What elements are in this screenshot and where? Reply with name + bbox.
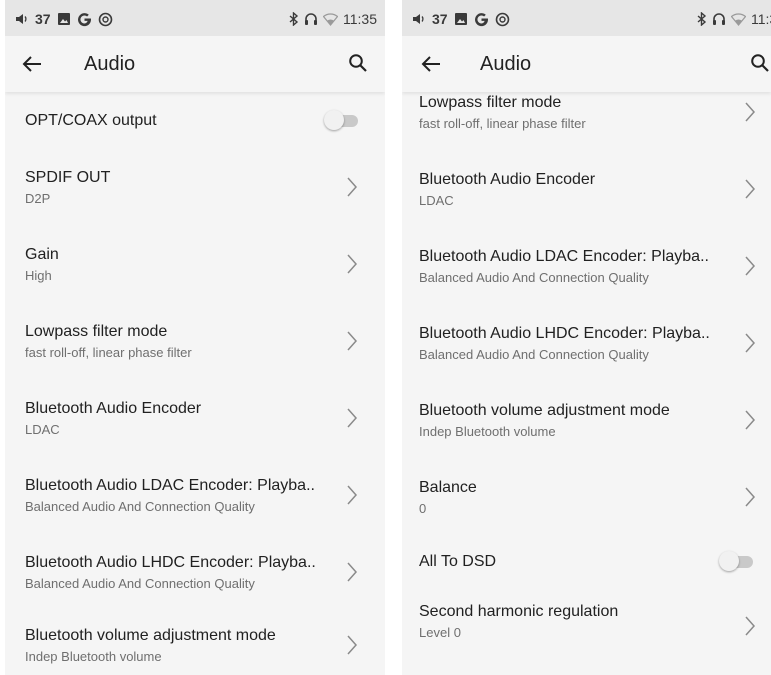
- settings-list: OPT/COAX output SPDIF OUT D2P Gain High …: [5, 92, 385, 675]
- setting-row-bluetooth-ldac-encoder[interactable]: Bluetooth Audio LDAC Encoder: Playba.. B…: [5, 472, 385, 549]
- image-icon: [57, 12, 71, 26]
- setting-row-gain[interactable]: Gain High: [5, 241, 385, 318]
- setting-value: Balanced Audio And Connection Quality: [419, 270, 649, 285]
- setting-row-second-harmonic-regulation[interactable]: Second harmonic regulation Level 0: [402, 602, 771, 675]
- setting-value: D2P: [25, 191, 51, 206]
- setting-row-lowpass-filter-mode[interactable]: Lowpass filter mode fast roll-off, linea…: [5, 318, 385, 395]
- page-title: Audio: [84, 53, 136, 75]
- setting-row-bluetooth-audio-encoder[interactable]: Bluetooth Audio Encoder LDAC: [5, 395, 385, 472]
- app-bar: Audio: [5, 36, 385, 92]
- setting-value: Indep Bluetooth volume: [419, 424, 556, 439]
- chevron-right-icon: [745, 256, 756, 276]
- chevron-right-icon: [347, 177, 358, 197]
- setting-title: Lowpass filter mode: [419, 94, 562, 111]
- chevron-right-icon: [347, 331, 358, 351]
- setting-row-bluetooth-lhdc-encoder[interactable]: Bluetooth Audio LHDC Encoder: Playba.. B…: [402, 320, 771, 397]
- page-title: Audio: [480, 53, 532, 75]
- setting-value: Balanced Audio And Connection Quality: [419, 347, 649, 362]
- setting-row-spdif-out[interactable]: SPDIF OUT D2P: [5, 164, 385, 241]
- volume-level: 37: [432, 11, 448, 27]
- setting-value: High: [25, 268, 52, 283]
- setting-title: Bluetooth Audio LHDC Encoder: Playba..: [419, 325, 710, 342]
- back-arrow-icon: [421, 56, 440, 72]
- image-icon: [454, 12, 468, 26]
- app-bar: Audio: [402, 36, 771, 92]
- volume-level: 37: [35, 11, 51, 27]
- bluetooth-icon: [697, 12, 707, 26]
- setting-title: Gain: [25, 246, 59, 263]
- setting-title: Lowpass filter mode: [25, 323, 168, 340]
- sync-icon: [98, 12, 113, 27]
- setting-row-balance[interactable]: Balance 0: [402, 474, 771, 551]
- setting-title: Bluetooth Audio LDAC Encoder: Playba..: [419, 248, 709, 265]
- chevron-right-icon: [347, 485, 358, 505]
- bluetooth-icon: [289, 12, 299, 26]
- phone-screen-right: 37 11:35 Audi: [402, 0, 771, 675]
- clock: 11:35: [343, 11, 377, 27]
- setting-row-lowpass-filter-mode[interactable]: Lowpass filter mode fast roll-off, linea…: [402, 87, 771, 164]
- back-button[interactable]: [19, 51, 45, 77]
- search-icon: [751, 54, 769, 72]
- chevron-right-icon: [347, 254, 358, 274]
- setting-value: Balanced Audio And Connection Quality: [25, 499, 255, 514]
- setting-title: Bluetooth volume adjustment mode: [419, 402, 670, 419]
- search-button[interactable]: [345, 50, 371, 76]
- back-button[interactable]: [418, 51, 444, 77]
- status-bar: 37 11:35: [5, 0, 385, 36]
- setting-value: LDAC: [419, 193, 454, 208]
- setting-value: 0: [419, 501, 427, 516]
- chevron-right-icon: [347, 635, 358, 655]
- wifi-icon: [731, 12, 746, 26]
- google-icon: [77, 12, 92, 27]
- setting-title: Bluetooth Audio LHDC Encoder: Playba..: [25, 554, 316, 571]
- setting-title: Bluetooth volume adjustment mode: [25, 627, 276, 644]
- clock: 11:35: [751, 11, 771, 27]
- setting-value: Indep Bluetooth volume: [25, 649, 162, 664]
- headphones-icon: [304, 12, 318, 26]
- setting-value: fast roll-off, linear phase filter: [419, 116, 586, 131]
- all-to-dsd-toggle[interactable]: [719, 551, 755, 571]
- setting-value: fast roll-off, linear phase filter: [25, 345, 192, 360]
- status-bar: 37 11:35: [402, 0, 771, 36]
- chevron-right-icon: [347, 408, 358, 428]
- settings-list: Lowpass filter mode fast roll-off, linea…: [402, 92, 771, 675]
- setting-value: Balanced Audio And Connection Quality: [25, 576, 255, 591]
- phone-screen-left: 37 11:35 Audio OPT/COAX output SPDIF OUT…: [5, 0, 385, 675]
- setting-title: Bluetooth Audio Encoder: [25, 400, 202, 417]
- wifi-icon: [323, 12, 338, 26]
- setting-title: All To DSD: [419, 553, 497, 570]
- setting-title: OPT/COAX output: [25, 112, 157, 129]
- chevron-right-icon: [745, 487, 756, 507]
- setting-title: SPDIF OUT: [25, 169, 111, 186]
- setting-value: LDAC: [25, 422, 60, 437]
- sync-icon: [495, 12, 510, 27]
- setting-title: Second harmonic regulation: [419, 603, 619, 620]
- search-icon: [349, 54, 367, 72]
- chevron-right-icon: [745, 179, 756, 199]
- setting-row-bluetooth-volume-mode[interactable]: Bluetooth volume adjustment mode Indep B…: [5, 626, 385, 675]
- back-arrow-icon: [22, 56, 41, 72]
- chevron-right-icon: [745, 333, 756, 353]
- chevron-right-icon: [347, 562, 358, 582]
- headphones-icon: [712, 12, 726, 26]
- setting-row-bluetooth-ldac-encoder[interactable]: Bluetooth Audio LDAC Encoder: Playba.. B…: [402, 243, 771, 320]
- setting-title: Bluetooth Audio LDAC Encoder: Playba..: [25, 477, 315, 494]
- setting-row-bluetooth-volume-mode[interactable]: Bluetooth volume adjustment mode Indep B…: [402, 397, 771, 474]
- volume-icon: [412, 12, 426, 26]
- setting-row-opt-coax-output[interactable]: OPT/COAX output: [5, 92, 385, 169]
- volume-icon: [15, 12, 29, 26]
- search-button[interactable]: [747, 50, 771, 76]
- chevron-right-icon: [745, 102, 756, 122]
- chevron-right-icon: [745, 410, 756, 430]
- google-icon: [474, 12, 489, 27]
- setting-value: Level 0: [419, 625, 461, 640]
- setting-row-bluetooth-lhdc-encoder[interactable]: Bluetooth Audio LHDC Encoder: Playba.. B…: [5, 549, 385, 626]
- setting-title: Balance: [419, 479, 477, 496]
- opt-coax-toggle[interactable]: [324, 110, 360, 130]
- setting-row-bluetooth-audio-encoder[interactable]: Bluetooth Audio Encoder LDAC: [402, 166, 771, 243]
- setting-title: Bluetooth Audio Encoder: [419, 171, 596, 188]
- chevron-right-icon: [745, 616, 756, 636]
